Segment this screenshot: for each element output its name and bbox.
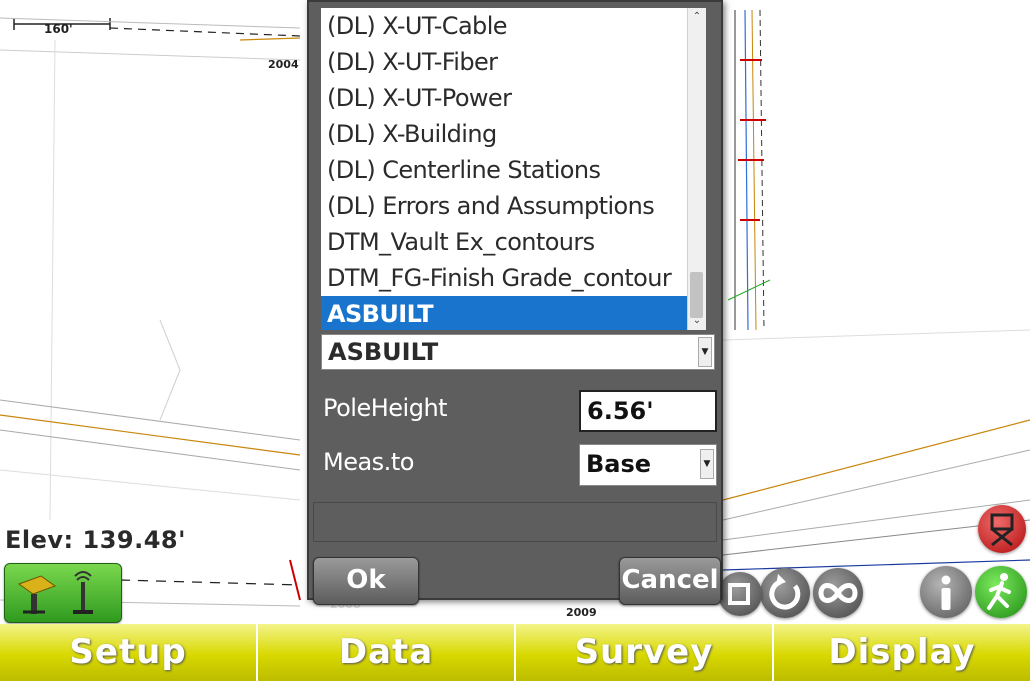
infinity-icon bbox=[818, 583, 858, 603]
chevron-down-icon[interactable]: ▼ bbox=[698, 337, 712, 367]
walk-mode-button[interactable] bbox=[975, 566, 1027, 618]
station-label: 2004 bbox=[268, 58, 299, 71]
map-tool-button[interactable] bbox=[718, 572, 762, 616]
pole-height-input[interactable]: 6.56' bbox=[579, 390, 717, 432]
map-scale-label: 160' bbox=[44, 22, 73, 36]
stop-survey-icon bbox=[990, 513, 1014, 547]
info-icon bbox=[941, 575, 951, 610]
tab-setup[interactable]: Setup bbox=[0, 624, 258, 681]
layer-settings-dialog: (DL) X-UT-Cable (DL) X-UT-Fiber (DL) X-U… bbox=[307, 0, 723, 605]
list-item[interactable]: (DL) X-UT-Cable bbox=[321, 8, 706, 44]
pole-height-value: 6.56' bbox=[587, 397, 654, 425]
info-button[interactable] bbox=[920, 566, 972, 618]
list-item[interactable]: (DL) Centerline Stations bbox=[321, 152, 706, 188]
meas-to-value: Base bbox=[586, 450, 652, 478]
refresh-button[interactable] bbox=[760, 568, 810, 618]
ok-button[interactable]: Ok bbox=[313, 557, 419, 605]
elevation-readout: Elev: 139.48' bbox=[5, 526, 186, 554]
gps-status-button[interactable] bbox=[4, 563, 122, 623]
pole-height-label: PoleHeight bbox=[323, 394, 448, 422]
meas-to-select[interactable]: Base ▼ bbox=[579, 444, 717, 486]
list-item-selected[interactable]: ASBUILT bbox=[321, 296, 706, 330]
list-scrollbar[interactable]: ⌃ ⌄ bbox=[687, 8, 706, 330]
meas-to-label: Meas.to bbox=[323, 448, 414, 476]
list-item[interactable]: DTM_FG-Finish Grade_contour bbox=[321, 260, 706, 296]
scroll-down-icon[interactable]: ⌄ bbox=[688, 312, 706, 330]
square-icon bbox=[728, 583, 750, 605]
list-item[interactable]: (DL) X-UT-Power bbox=[321, 80, 706, 116]
stop-survey-button[interactable] bbox=[978, 505, 1026, 553]
layer-select[interactable]: ASBUILT ▼ bbox=[321, 334, 715, 370]
layer-list[interactable]: (DL) X-UT-Cable (DL) X-UT-Fiber (DL) X-U… bbox=[321, 8, 706, 330]
chevron-down-icon[interactable]: ▼ bbox=[700, 449, 714, 479]
tab-display[interactable]: Display bbox=[774, 624, 1030, 681]
gps-receiver-icon bbox=[17, 571, 93, 614]
main-menu-bar: Setup Data Survey Display bbox=[0, 624, 1030, 681]
refresh-icon bbox=[769, 574, 801, 610]
continuous-button[interactable] bbox=[813, 568, 863, 618]
scroll-up-icon[interactable]: ⌃ bbox=[688, 8, 706, 26]
tab-survey[interactable]: Survey bbox=[516, 624, 774, 681]
walking-person-icon bbox=[987, 573, 1011, 610]
divider bbox=[313, 502, 717, 542]
layer-select-value: ASBUILT bbox=[328, 338, 439, 366]
list-item[interactable]: (DL) Errors and Assumptions bbox=[321, 188, 706, 224]
cancel-button[interactable]: Cancel bbox=[619, 557, 721, 605]
list-item[interactable]: DTM_Vault Ex_contours bbox=[321, 224, 706, 260]
list-item[interactable]: (DL) X-UT-Fiber bbox=[321, 44, 706, 80]
list-item[interactable]: (DL) X-Building bbox=[321, 116, 706, 152]
tab-data[interactable]: Data bbox=[258, 624, 516, 681]
station-label: 2009 bbox=[566, 606, 597, 619]
